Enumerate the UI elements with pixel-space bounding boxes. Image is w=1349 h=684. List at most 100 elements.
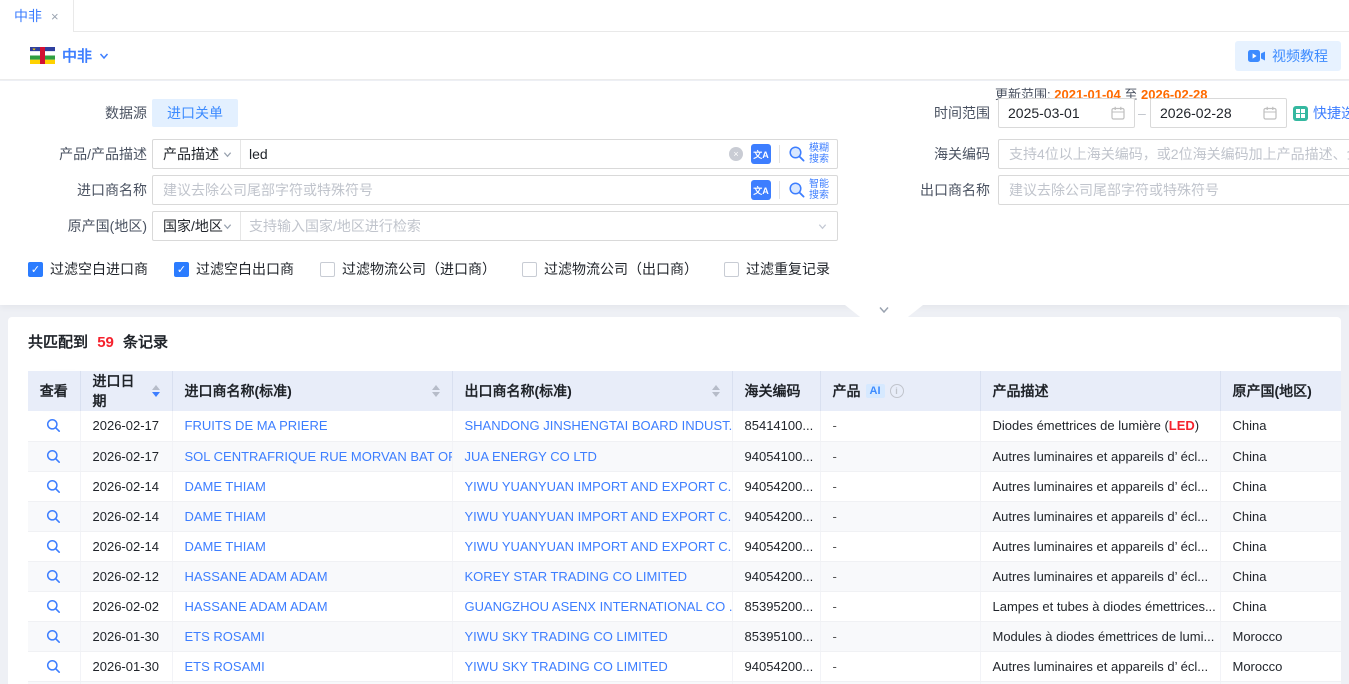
checkbox-icon[interactable] — [522, 262, 537, 277]
origin-country-input[interactable] — [241, 212, 818, 240]
datasource-import-declaration-button[interactable]: 进口关单 — [152, 99, 238, 127]
importer-link[interactable]: DAME THIAM — [185, 479, 266, 494]
info-circle-icon[interactable]: i — [890, 384, 904, 398]
view-detail-button[interactable] — [43, 505, 65, 527]
importer-link[interactable]: SOL CENTRAFRIQUE RUE MORVAN BAT OF... — [185, 449, 453, 464]
column-exporter[interactable]: 出口商名称(标准) — [452, 371, 732, 411]
hs-code-input[interactable] — [998, 139, 1349, 169]
country-selector[interactable]: 中非 — [30, 45, 109, 66]
fuzzy-search-button[interactable]: 模糊 搜索 — [788, 143, 837, 165]
checkbox-icon[interactable] — [28, 262, 43, 277]
product-keyword-input[interactable] — [241, 140, 729, 168]
view-detail-button[interactable] — [43, 415, 65, 437]
end-date-field[interactable]: 2026-02-28 — [1150, 98, 1287, 128]
view-detail-button[interactable] — [43, 565, 65, 587]
filter-checkbox-row: 过滤空白进口商 过滤空白出口商 过滤物流公司（进口商） 过滤物流公司（出口商） … — [28, 259, 830, 279]
quick-select-button[interactable]: 快捷选择 — [1293, 98, 1349, 128]
divider — [779, 145, 780, 163]
importer-link[interactable]: HASSANE ADAM ADAM — [185, 569, 328, 584]
importer-link[interactable]: FRUITS DE MA PRIERE — [185, 418, 328, 433]
view-detail-button[interactable] — [43, 595, 65, 617]
checkbox-icon[interactable] — [724, 262, 739, 277]
exporter-link[interactable]: KOREY STAR TRADING CO LIMITED — [465, 569, 687, 584]
exporter-link[interactable]: JUA ENERGY CO LTD — [465, 449, 597, 464]
match-count-line: 共匹配到 59 条记录 — [28, 331, 1341, 352]
exporter-link[interactable]: SHANDONG JINSHENGTAI BOARD INDUST... — [465, 418, 733, 433]
exporter-link[interactable]: GUANGZHOU ASENX INTERNATIONAL CO ... — [465, 599, 733, 614]
exporter-name-input[interactable] — [998, 175, 1349, 205]
close-icon[interactable]: × — [51, 10, 59, 23]
origin-cell: China — [1220, 501, 1341, 531]
magnifier-icon — [46, 449, 61, 464]
video-icon — [1248, 50, 1265, 62]
checkbox-icon[interactable] — [320, 262, 335, 277]
table-row: 2026-02-14 DAME THIAM YIWU YUANYUAN IMPO… — [28, 501, 1341, 531]
exporter-link[interactable]: YIWU SKY TRADING CO LIMITED — [465, 659, 668, 674]
origin-cell: China — [1220, 591, 1341, 621]
filter-checkbox[interactable]: 过滤物流公司（进口商） — [320, 259, 496, 279]
start-date-field[interactable]: 2025-03-01 — [998, 98, 1135, 128]
filter-checkbox[interactable]: 过滤空白出口商 — [174, 259, 294, 279]
chevron-down-icon — [99, 51, 109, 61]
translate-icon[interactable]: 文A — [751, 144, 771, 164]
chevron-down-icon — [818, 222, 827, 231]
view-detail-button[interactable] — [43, 535, 65, 557]
filter-checkbox[interactable]: 过滤空白进口商 — [28, 259, 148, 279]
importer-link[interactable]: DAME THIAM — [185, 539, 266, 554]
description-cell: Autres luminaires et appareils d’ écl... — [980, 501, 1220, 531]
description-cell: Diodes émettrices de lumière (LED) — [980, 411, 1220, 441]
importer-link[interactable]: ETS ROSAMI — [185, 629, 265, 644]
view-detail-button[interactable] — [43, 445, 65, 467]
tab-zhongfei[interactable]: 中非 × — [0, 0, 74, 32]
quick-select-label: 快捷选择 — [1313, 98, 1349, 128]
hs-code-cell: 85395200... — [732, 591, 820, 621]
chevron-down-icon — [223, 222, 232, 231]
checkbox-icon[interactable] — [174, 262, 189, 277]
top-bar: 中非 视频教程 — [0, 32, 1349, 80]
country-name: 中非 — [62, 45, 92, 66]
sort-icon[interactable] — [152, 385, 160, 397]
exporter-link[interactable]: YIWU YUANYUAN IMPORT AND EXPORT C... — [465, 539, 733, 554]
hs-code-cell: 94054100... — [732, 441, 820, 471]
clear-icon[interactable]: × — [729, 147, 743, 161]
filter-checkbox[interactable]: 过滤重复记录 — [724, 259, 830, 279]
sort-icon[interactable] — [712, 385, 720, 397]
smart-search-button[interactable]: 智能 搜索 — [788, 179, 837, 201]
origin-type-select[interactable]: 国家/地区 — [153, 212, 241, 240]
product-cell: - — [820, 441, 980, 471]
video-tutorial-label: 视频教程 — [1272, 46, 1328, 66]
table-row: 2026-02-12 HASSANE ADAM ADAM KOREY STAR … — [28, 561, 1341, 591]
import-date-cell: 2026-02-17 — [80, 441, 172, 471]
import-date-cell: 2026-02-17 — [80, 411, 172, 441]
exporter-link[interactable]: YIWU SKY TRADING CO LIMITED — [465, 629, 668, 644]
filter-checkbox[interactable]: 过滤物流公司（出口商） — [522, 259, 698, 279]
results-table: 查看 进口日期 进口商名称(标准) — [28, 371, 1341, 684]
view-detail-button[interactable] — [43, 625, 65, 647]
importer-link[interactable]: DAME THIAM — [185, 509, 266, 524]
translate-icon[interactable]: 文A — [751, 180, 771, 200]
importer-name-input[interactable] — [153, 176, 751, 204]
column-import-date[interactable]: 进口日期 — [80, 371, 172, 411]
end-date-value: 2026-02-28 — [1160, 105, 1232, 121]
description-cell: Lampes et tubes à diodes émettrices... — [980, 591, 1220, 621]
importer-link[interactable]: HASSANE ADAM ADAM — [185, 599, 328, 614]
hs-code-cell: 85414100... — [732, 411, 820, 441]
chevron-down-icon — [878, 305, 890, 315]
exporter-link[interactable]: YIWU YUANYUAN IMPORT AND EXPORT C... — [465, 509, 733, 524]
view-detail-button[interactable] — [43, 475, 65, 497]
view-detail-button[interactable] — [43, 655, 65, 677]
origin-country-group: 国家/地区 — [152, 211, 838, 241]
table-row: 2026-01-30 ETS ROSAMI YIWU SKY TRADING C… — [28, 621, 1341, 651]
tab-bar: 中非 × — [0, 0, 1349, 32]
origin-cell: China — [1220, 561, 1341, 591]
datasource-label: 数据源 — [0, 98, 147, 128]
video-tutorial-button[interactable]: 视频教程 — [1235, 41, 1341, 71]
sort-icon[interactable] — [432, 385, 440, 397]
exporter-link[interactable]: YIWU YUANYUAN IMPORT AND EXPORT C... — [465, 479, 733, 494]
importer-link[interactable]: ETS ROSAMI — [185, 659, 265, 674]
magnifier-icon — [46, 659, 61, 674]
magnifier-icon — [46, 418, 61, 433]
product-cell: - — [820, 561, 980, 591]
column-importer[interactable]: 进口商名称(标准) — [172, 371, 452, 411]
product-type-select[interactable]: 产品描述 — [153, 140, 241, 168]
